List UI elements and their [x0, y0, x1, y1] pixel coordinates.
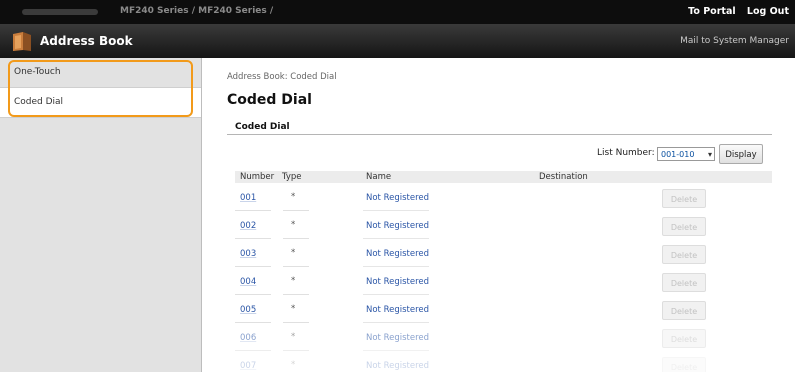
- row-rule: [283, 266, 309, 267]
- row-name-link[interactable]: Not Registered: [366, 277, 429, 287]
- row-name-link[interactable]: Not Registered: [366, 305, 429, 315]
- row-number-link[interactable]: 007: [240, 361, 256, 371]
- list-number-label: List Number:: [597, 148, 655, 158]
- breadcrumb: Address Book: Coded Dial: [227, 72, 337, 82]
- row-type: *: [291, 220, 296, 230]
- row-rule: [235, 322, 271, 323]
- row-rule: [283, 294, 309, 295]
- host-name-blurred: [22, 9, 98, 15]
- sidebar: One-Touch Coded Dial: [0, 58, 202, 372]
- delete-button[interactable]: Delete: [662, 357, 706, 372]
- row-number-link[interactable]: 004: [240, 277, 256, 287]
- app-title: Address Book: [40, 34, 133, 48]
- sidebar-item-coded-dial[interactable]: Coded Dial: [0, 88, 201, 118]
- row-rule: [235, 294, 271, 295]
- delete-button[interactable]: Delete: [662, 273, 706, 292]
- row-rule: [363, 322, 429, 323]
- row-type: *: [291, 332, 296, 342]
- row-rule: [235, 350, 271, 351]
- row-rule: [283, 210, 309, 211]
- top-bar: MF240 Series / MF240 Series / To Portal …: [0, 0, 795, 24]
- section-title: Coded Dial: [235, 122, 290, 132]
- row-number-link[interactable]: 003: [240, 249, 256, 259]
- table-row: 007 * Not Registered Delete: [235, 353, 772, 372]
- sidebar-item-one-touch[interactable]: One-Touch: [0, 58, 201, 88]
- row-number-link[interactable]: 002: [240, 221, 256, 231]
- address-book-icon: [13, 32, 31, 51]
- log-out-link[interactable]: Log Out: [747, 6, 789, 17]
- row-type: *: [291, 304, 296, 314]
- display-button[interactable]: Display: [719, 144, 763, 164]
- table-row: 001 * Not Registered Delete: [235, 185, 772, 213]
- row-rule: [283, 322, 309, 323]
- section-divider: [227, 134, 772, 135]
- row-number-link[interactable]: 001: [240, 193, 256, 203]
- row-number-link[interactable]: 006: [240, 333, 256, 343]
- table-row: 005 * Not Registered Delete: [235, 297, 772, 325]
- row-name-link[interactable]: Not Registered: [366, 333, 429, 343]
- column-header-name: Name: [366, 172, 392, 182]
- row-rule: [283, 238, 309, 239]
- row-rule: [235, 238, 271, 239]
- mail-to-system-manager-link[interactable]: Mail to System Manager: [680, 36, 789, 46]
- page-title: Coded Dial: [227, 92, 312, 108]
- delete-button[interactable]: Delete: [662, 217, 706, 236]
- row-name-link[interactable]: Not Registered: [366, 221, 429, 231]
- row-type: *: [291, 192, 296, 202]
- row-rule: [235, 210, 271, 211]
- row-name-link[interactable]: Not Registered: [366, 249, 429, 259]
- table-row: 006 * Not Registered Delete: [235, 325, 772, 353]
- list-number-value: 001-010: [661, 150, 695, 159]
- column-header-number: Number: [240, 172, 275, 182]
- device-breadcrumb: MF240 Series / MF240 Series /: [120, 6, 274, 16]
- delete-button[interactable]: Delete: [662, 245, 706, 264]
- top-links: To Portal Log Out: [680, 6, 789, 17]
- row-rule: [363, 266, 429, 267]
- row-rule: [363, 294, 429, 295]
- to-portal-link[interactable]: To Portal: [688, 6, 735, 17]
- chevron-down-icon: ▾: [707, 150, 712, 159]
- table-header: Number Type Name Destination: [235, 171, 772, 183]
- delete-button[interactable]: Delete: [662, 329, 706, 348]
- table-row: 004 * Not Registered Delete: [235, 269, 772, 297]
- main-content: Address Book: Coded Dial Coded Dial Code…: [227, 58, 795, 372]
- row-rule: [363, 350, 429, 351]
- list-number-select[interactable]: 001-010 ▾: [657, 147, 715, 161]
- row-name-link[interactable]: Not Registered: [366, 193, 429, 203]
- column-header-destination: Destination: [539, 172, 588, 182]
- table-row: 002 * Not Registered Delete: [235, 213, 772, 241]
- app-header: Address Book Mail to System Manager: [0, 24, 795, 58]
- row-name-link[interactable]: Not Registered: [366, 361, 429, 371]
- row-rule: [363, 210, 429, 211]
- row-rule: [363, 238, 429, 239]
- delete-button[interactable]: Delete: [662, 189, 706, 208]
- table-row: 003 * Not Registered Delete: [235, 241, 772, 269]
- row-number-link[interactable]: 005: [240, 305, 256, 315]
- delete-button[interactable]: Delete: [662, 301, 706, 320]
- column-header-type: Type: [282, 172, 302, 182]
- row-type: *: [291, 276, 296, 286]
- row-type: *: [291, 248, 296, 258]
- row-type: *: [291, 360, 296, 370]
- row-rule: [235, 266, 271, 267]
- row-rule: [283, 350, 309, 351]
